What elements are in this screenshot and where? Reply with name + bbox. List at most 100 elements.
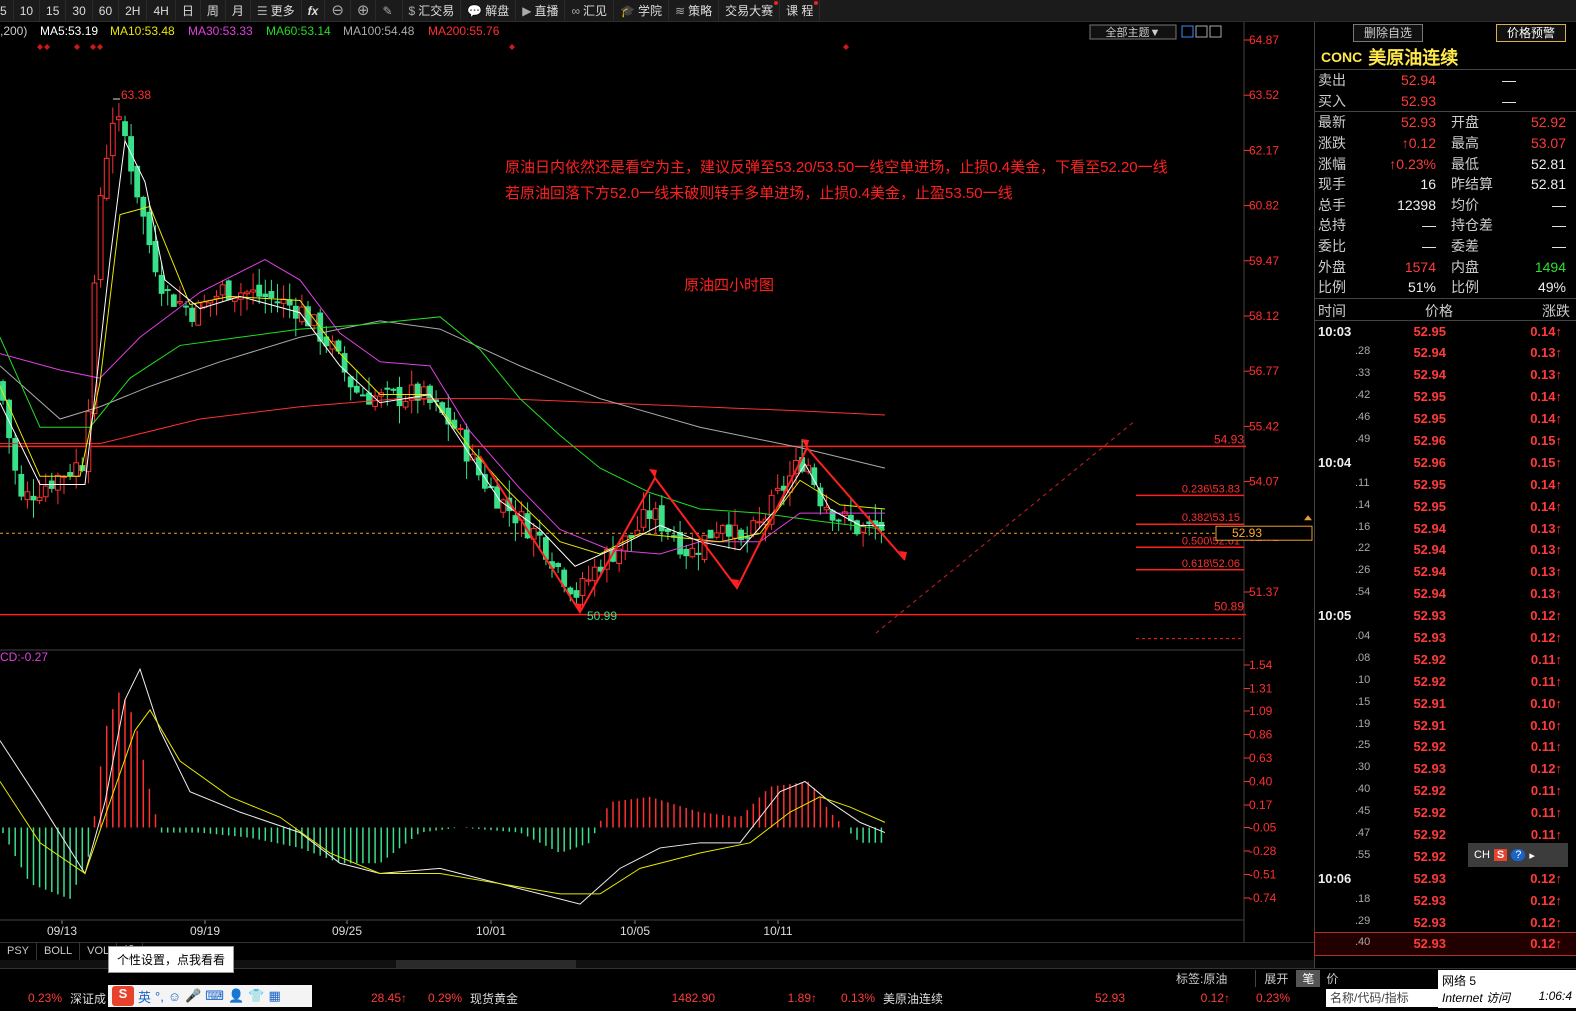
event-marker-icon (90, 44, 96, 50)
trade-row: .10 52.92 0.11↑ (1315, 671, 1576, 693)
period-60-label: 60 (98, 3, 113, 18)
period-month[interactable]: 月 (226, 0, 251, 21)
expand-button[interactable]: 展开 (1255, 970, 1296, 987)
settings-tooltip[interactable]: 个性设置，点我看看 (108, 946, 235, 973)
ime-arrow-icon[interactable]: ▸ (1529, 849, 1535, 862)
candle-body (555, 563, 562, 568)
tag-label[interactable]: 标签:原油 (1170, 970, 1255, 987)
help-icon[interactable]: ? (1511, 849, 1526, 861)
trade-time: .29 (1355, 914, 1371, 927)
trade-change: 0.11↑ (1530, 827, 1562, 843)
ime-mode[interactable]: 英 (138, 987, 151, 1006)
community-button[interactable]: ∞ 汇见 (565, 0, 615, 21)
candle-body (67, 472, 73, 476)
trade-button[interactable]: $ 汇交易 (403, 0, 462, 21)
x-axis-label: 10/01 (476, 924, 506, 938)
stat-value: — (1422, 238, 1436, 255)
candle-body (732, 524, 738, 539)
period-60[interactable]: 60 (93, 0, 120, 21)
zoom-out-icon: ⊖ (331, 1, 344, 19)
trade-price: 52.92 (1413, 783, 1446, 799)
emoji-icon[interactable]: ☺ (168, 989, 181, 1004)
trade-price: 52.92 (1413, 827, 1446, 843)
trade-change: 0.13↑ (1530, 345, 1562, 361)
price-tab[interactable]: 价 (1320, 970, 1344, 987)
mic-icon[interactable]: 🎤 (185, 988, 201, 1004)
indicator-tab-boll[interactable]: BOLL (37, 943, 81, 960)
trade-change: 0.12↑ (1530, 630, 1562, 645)
ticker-item: 0.23% (27, 991, 62, 1005)
period-5[interactable]: 5 (0, 0, 14, 21)
candle-body (299, 306, 305, 323)
grid-icon[interactable] (1209, 25, 1222, 38)
window-icon[interactable] (1195, 25, 1208, 38)
sogou-icon[interactable]: S (112, 986, 134, 1006)
keyboard-icon[interactable]: ⌨ (205, 988, 224, 1004)
trade-time: 10:04 (1318, 454, 1352, 470)
trade-change: 0.12↑ (1530, 892, 1562, 908)
period-week[interactable]: 周 (201, 0, 226, 21)
draw-icon: ✎ (382, 3, 393, 18)
trade-price: 52.92 (1413, 848, 1446, 864)
candle-body (36, 496, 43, 501)
contest-button[interactable]: 交易大赛 (719, 0, 781, 21)
trade-price: 52.95 (1413, 476, 1446, 492)
pen-tab[interactable]: 笔 (1296, 970, 1321, 987)
stat-row: 总持 — 持仓差 — (1315, 215, 1576, 236)
trade-price: 52.93 (1413, 914, 1446, 930)
ticker-item: 0.13% (840, 991, 875, 1005)
period-15[interactable]: 15 (40, 0, 67, 21)
trade-change-header: 涨跌 (1542, 302, 1570, 319)
stat-label: 现手 (1318, 176, 1346, 193)
period-4h[interactable]: 4H (147, 0, 176, 21)
sell-label: 卖出 (1318, 72, 1346, 89)
indicator-tab-psy[interactable]: PSY (0, 943, 38, 960)
input-language-widget[interactable]: CH S ? ▸ (1468, 843, 1568, 867)
macd-axis-label: -0.28 (1249, 844, 1277, 858)
strategy-icon: ≋ (675, 3, 686, 18)
fx-button[interactable]: fx (302, 0, 326, 21)
strategy-button[interactable]: ≋ 策略 (669, 0, 720, 21)
period-10[interactable]: 10 (14, 0, 41, 21)
stat-row: 涨幅 ↑0.23% 最低 52.81 (1315, 153, 1576, 174)
ticker-item: 现货黄金 (470, 991, 519, 1006)
skin-icon[interactable]: 👕 (248, 988, 264, 1004)
candle-body (152, 241, 159, 273)
course-button[interactable]: 课 程 (780, 0, 821, 21)
period-30[interactable]: 30 (66, 0, 93, 21)
candle-body (573, 590, 580, 598)
layout-icon[interactable] (1181, 25, 1194, 38)
academy-button-label: 学院 (637, 3, 662, 18)
analysis-button[interactable]: 💬 解盘 (461, 0, 517, 21)
trade-price: 52.95 (1413, 323, 1446, 339)
more-button[interactable]: ☰ 更多 (251, 0, 302, 21)
period-day[interactable]: 日 (176, 0, 201, 21)
zoom-out-button[interactable]: ⊖ (325, 0, 351, 21)
punct-icon[interactable]: °, (155, 989, 164, 1004)
academy-button[interactable]: 🎓 学院 (614, 0, 669, 21)
scrollbar-thumb[interactable] (396, 960, 576, 968)
price-chart[interactable]: 64.87 63.52 62.17 60.82 59.47 58.12 56.77 55.42… (0, 22, 1314, 942)
period-2h[interactable]: 2H (119, 0, 148, 21)
stat-label: 最新 (1318, 114, 1346, 131)
toolbox-icon[interactable]: ▦ (268, 988, 280, 1004)
live-icon: ▶ (522, 3, 532, 18)
trade-change: 0.11↑ (1530, 651, 1562, 667)
period-week-label: 周 (206, 3, 219, 18)
ime-toolbar[interactable]: S 英 °, ☺ 🎤 ⌨ 👤 👕 ▦ (108, 985, 312, 1007)
user-icon[interactable]: 👤 (228, 988, 244, 1004)
sogou-small-icon[interactable]: S (1493, 849, 1508, 861)
dif-line (0, 667, 886, 905)
internet-label: Internet 访问 (1442, 991, 1511, 1005)
search-input[interactable]: 名称/代码/指标 (1326, 989, 1438, 1007)
delete-watchlist-button[interactable]: 删除自选 (1353, 24, 1424, 42)
more-icon: ☰ (256, 3, 268, 18)
ma-legend-ma60: MA60:53.14 (266, 24, 331, 38)
price-alert-button[interactable]: 价格预警 (1495, 24, 1566, 42)
draw-button[interactable]: ✎ (376, 0, 403, 21)
trade-row: 10:03 52.95 0.14↑ (1315, 321, 1576, 343)
zoom-in-button[interactable]: ⊕ (351, 0, 377, 21)
candle-body (591, 566, 598, 582)
live-button[interactable]: ▶ 直播 (516, 0, 566, 21)
event-marker-icon (509, 44, 515, 50)
